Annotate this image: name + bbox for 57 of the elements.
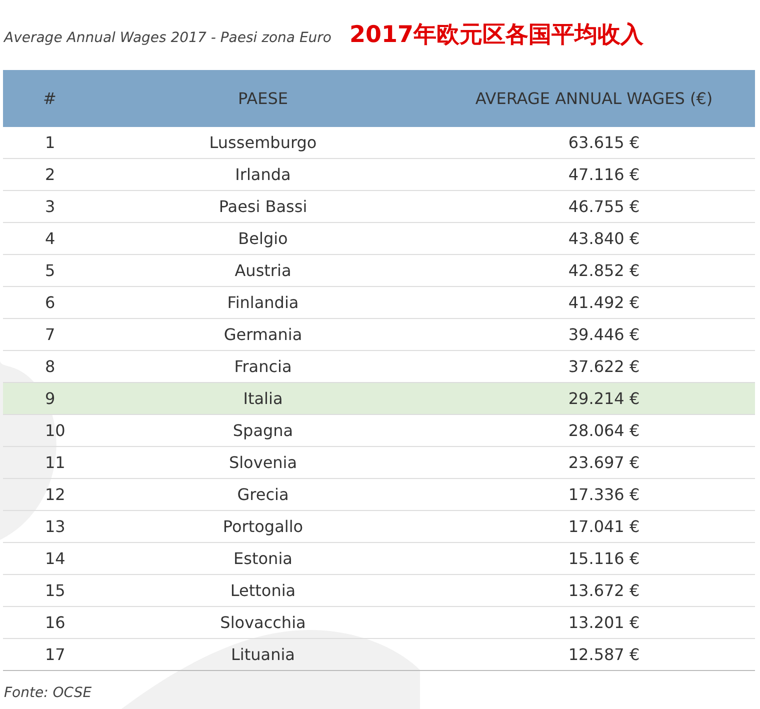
table-cell-text: Finlandia: [226, 293, 300, 312]
table-cell-text: Slovacchia: [219, 613, 307, 632]
table-cell-text: Spagna: [232, 421, 294, 440]
table-cell-text: Francia: [233, 357, 293, 376]
headline: 2017年欧元区各国平均收入: [349, 22, 644, 48]
table-cell-text: Lituania: [230, 645, 296, 664]
table-cell-text: 15: [44, 581, 66, 600]
table-cell-text: 23.697 €: [567, 453, 641, 472]
table-cell-text: Slovenia: [228, 453, 298, 472]
table-cell-text: 17: [44, 645, 66, 664]
table-cell-text: 4: [44, 229, 56, 248]
table-cell-text: 1: [44, 133, 56, 152]
table-cell-text: 17.041 €: [567, 517, 641, 536]
column-header: AVERAGE ANNUAL WAGES (€): [474, 89, 714, 108]
table-cell-text: 41.492 €: [567, 293, 641, 312]
table-cell-text: 47.116 €: [567, 165, 641, 184]
table-cell-text: 29.214 €: [567, 389, 641, 408]
table-cell-text: 3: [44, 197, 56, 216]
table-cell-text: 2: [44, 165, 56, 184]
table-cell-text: 10: [44, 421, 66, 440]
table-cell-text: Lussemburgo: [208, 133, 318, 152]
table-cell-text: Grecia: [236, 485, 290, 504]
table-cell-text: 39.446 €: [567, 325, 641, 344]
table-cell-text: 16: [44, 613, 66, 632]
table-cell-text: 42.852 €: [567, 261, 641, 280]
table-cell-text: Estonia: [232, 549, 294, 568]
table-cell-text: 11: [44, 453, 66, 472]
table-cell-text: Portogallo: [222, 517, 304, 536]
table-cell-text: Italia: [242, 389, 284, 408]
table-cell-text: 13: [44, 517, 66, 536]
table-caption: Average Annual Wages 2017 - Paesi zona Euro: [4, 30, 332, 48]
table-cell-text: 7: [44, 325, 56, 344]
table-cell-text: 37.622 €: [567, 357, 641, 376]
table-cell-text: Germania: [222, 325, 304, 344]
table-cell-text: 14: [44, 549, 66, 568]
column-header: PAESE: [237, 89, 289, 108]
table-cell-text: 5: [44, 261, 56, 280]
table-cell-text: 12.587 €: [567, 645, 641, 664]
table-cell-text: Belgio: [237, 229, 289, 248]
table-cell-text: Austria: [234, 261, 292, 280]
table-cell-text: 13.201 €: [567, 613, 641, 632]
table-cell-text: 43.840 €: [567, 229, 641, 248]
table-cell-text: 13.672 €: [567, 581, 641, 600]
table-cell-text: 6: [44, 293, 56, 312]
table-cell-text: 12: [44, 485, 66, 504]
table-cell-text: 15.116 €: [567, 549, 641, 568]
table-cell-text: 17.336 €: [567, 485, 641, 504]
table-cell-text: Paesi Bassi: [218, 197, 308, 216]
table-cell-text: 8: [44, 357, 56, 376]
table-cell-text: 9: [44, 389, 56, 408]
table-cell-text: Irlanda: [234, 165, 292, 184]
table-cell-text: 46.755 €: [567, 197, 641, 216]
table-cell-text: Lettonia: [229, 581, 297, 600]
column-header: #: [42, 89, 58, 108]
table-cell-text: 28.064 €: [567, 421, 641, 440]
table-cell-text: 63.615 €: [567, 133, 641, 152]
source-note: Fonte: OCSE: [3, 684, 93, 701]
